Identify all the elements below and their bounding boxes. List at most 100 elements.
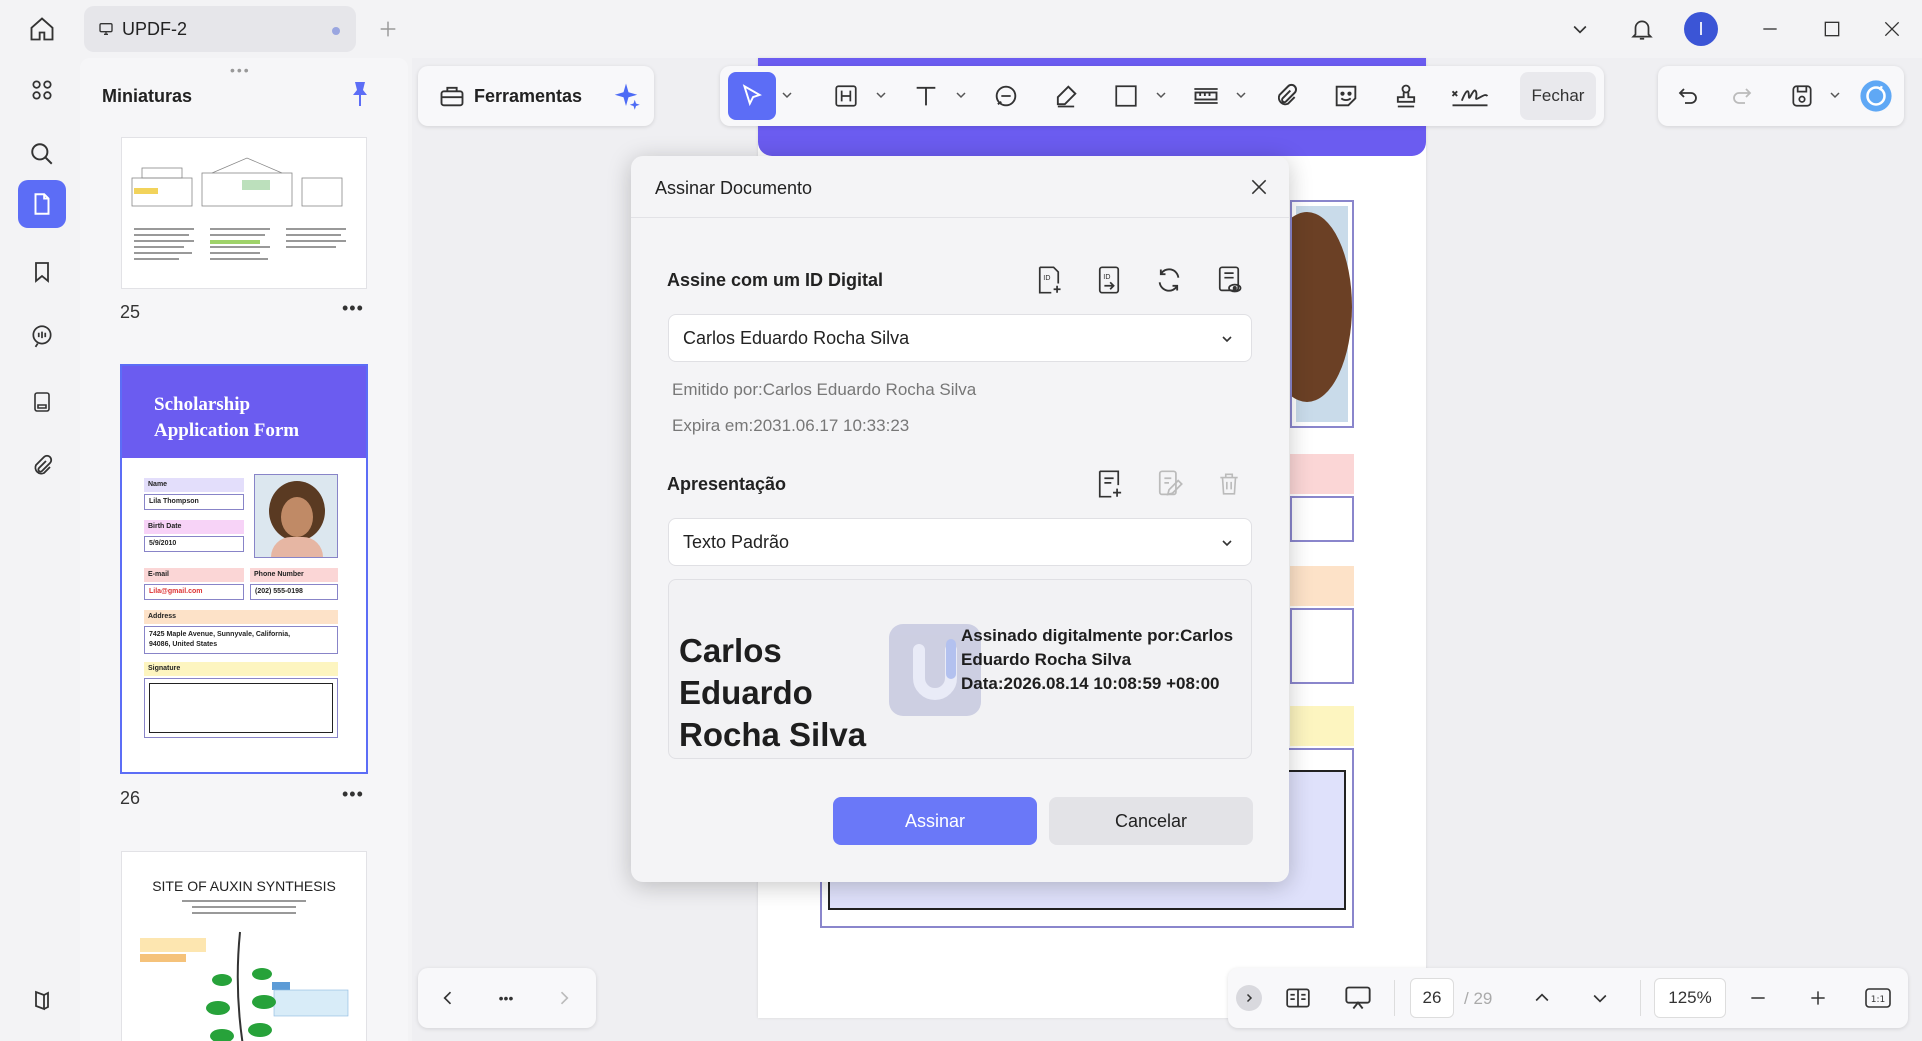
digital-id-section-title: Assine com um ID Digital (667, 270, 884, 290)
divider (1394, 980, 1395, 1016)
minimize-icon[interactable] (1750, 9, 1790, 49)
close-icon[interactable] (1872, 9, 1912, 49)
pin-icon[interactable] (348, 80, 376, 110)
panel-title: Miniaturas (102, 86, 193, 106)
digital-id-select[interactable]: Carlos Eduardo Rocha Silva (668, 314, 1252, 362)
redo-icon[interactable] (1722, 76, 1762, 116)
chevron-up-icon[interactable] (1522, 978, 1562, 1018)
divider (1640, 980, 1641, 1016)
chevron-down-icon[interactable] (782, 90, 792, 100)
measure-icon[interactable] (1186, 76, 1226, 116)
monitor-icon (98, 21, 114, 37)
field-box (1290, 496, 1354, 542)
ai-assistant-icon[interactable] (1856, 76, 1896, 116)
highlight-icon[interactable] (826, 76, 866, 116)
chevron-down-icon[interactable] (1580, 978, 1620, 1018)
new-tab-icon[interactable] (368, 9, 408, 49)
more-icon[interactable]: ••• (486, 978, 526, 1018)
cancel-button[interactable]: Cancelar (1049, 797, 1253, 845)
drag-handle[interactable]: ••• (230, 62, 251, 78)
svg-text:ID: ID (1043, 274, 1050, 282)
text-icon[interactable] (906, 76, 946, 116)
comment-bubble-icon[interactable] (986, 76, 1026, 116)
actual-size-icon[interactable]: 1:1 (1858, 978, 1898, 1018)
zoom-input[interactable]: 125% (1654, 978, 1726, 1018)
tools-toolbar: Ferramentas (418, 66, 654, 126)
sign-button[interactable]: Assinar (833, 797, 1037, 845)
search-icon[interactable] (18, 130, 66, 178)
signature-preview: Carlos Eduardo Rocha Silva Assinado digi… (668, 579, 1252, 759)
delete-icon[interactable] (1209, 464, 1249, 504)
tools-label[interactable]: Ferramentas (474, 86, 582, 107)
grid-icon[interactable] (18, 66, 66, 114)
page-nav-toolbar: ••• (418, 968, 596, 1028)
maximize-icon[interactable] (1812, 9, 1852, 49)
zoom-in-icon[interactable] (1798, 978, 1838, 1018)
chevron-down-icon[interactable] (1156, 90, 1166, 100)
chevron-down-icon[interactable] (1236, 90, 1246, 100)
avatar[interactable]: I (1684, 12, 1718, 46)
bell-icon[interactable] (1622, 9, 1662, 49)
appearance-section-title: Apresentação (667, 474, 787, 494)
page-number-input[interactable]: 26 (1410, 978, 1454, 1018)
chevron-down-icon[interactable] (1830, 90, 1840, 100)
collapse-icon[interactable] (1236, 985, 1262, 1011)
presentation-icon[interactable] (1338, 978, 1378, 1018)
attachment-icon[interactable] (18, 442, 66, 490)
toolbox-icon[interactable] (432, 76, 472, 116)
field-label: Address (144, 610, 338, 624)
home-icon[interactable] (22, 9, 62, 49)
view-certificate-icon[interactable] (1209, 260, 1249, 300)
import-id-icon[interactable]: ID (1089, 260, 1129, 300)
add-appearance-icon[interactable] (1089, 464, 1129, 504)
annotation-toolbar: Fechar (720, 66, 1604, 126)
pencil-icon[interactable] (1046, 76, 1086, 116)
field-label-bg (1290, 706, 1354, 746)
rectangle-icon[interactable] (1106, 76, 1146, 116)
undo-icon[interactable] (1668, 76, 1708, 116)
dialog-header: Assinar Documento (631, 156, 1289, 218)
thumbnails-icon[interactable] (18, 180, 66, 228)
close-tool-button[interactable]: Fechar (1520, 72, 1596, 120)
close-icon[interactable] (1239, 167, 1279, 207)
appearance-select[interactable]: Texto Padrão (668, 518, 1252, 566)
attachment-icon[interactable] (1266, 76, 1306, 116)
chevron-down-icon (1222, 336, 1232, 343)
chevron-right-icon[interactable] (544, 978, 584, 1018)
page-layout-icon[interactable] (1278, 978, 1318, 1018)
title-bar: UPDF-2 I (0, 0, 1922, 58)
thumbnail-page[interactable]: SITE OF AUXIN SYNTHESIS (122, 852, 366, 1041)
bookmark-icon[interactable] (18, 248, 66, 296)
select-arrow-icon[interactable] (728, 72, 776, 120)
page-icon[interactable] (18, 378, 66, 426)
chevron-down-icon[interactable] (956, 90, 966, 100)
tab-title: UPDF-2 (122, 18, 188, 39)
more-options-icon[interactable]: ••• (342, 784, 364, 805)
page-number: 25 (120, 302, 141, 322)
chevron-down-icon[interactable] (1560, 9, 1600, 49)
signature-info: Assinado digitalmente por:Carlos Eduardo… (961, 624, 1246, 696)
signature-box (144, 678, 338, 738)
more-options-icon[interactable]: ••• (342, 298, 364, 319)
chevron-down-icon[interactable] (876, 90, 886, 100)
page-number: 26 (120, 788, 141, 808)
field-value: 5/9/2010 (144, 536, 244, 552)
thumbnail-page-selected[interactable]: Scholarship Application Form Name Lila T… (122, 366, 366, 772)
refresh-icon[interactable] (1149, 260, 1189, 300)
thumbnail-page[interactable] (122, 138, 366, 288)
add-id-icon[interactable]: ID (1029, 260, 1069, 300)
chevron-left-icon[interactable] (428, 978, 468, 1018)
edit-appearance-icon[interactable] (1149, 464, 1189, 504)
field-label-bg (1290, 566, 1354, 606)
sticker-icon[interactable] (1326, 76, 1366, 116)
layers-icon[interactable] (18, 976, 66, 1024)
save-icon[interactable] (1782, 76, 1822, 116)
comment-icon[interactable] (18, 312, 66, 360)
signature-icon[interactable] (1446, 76, 1494, 116)
field-label: Name (144, 478, 244, 492)
ai-sparkle-icon[interactable] (606, 76, 646, 116)
digital-id-selected: Carlos Eduardo Rocha Silva (683, 327, 910, 348)
document-tab[interactable]: UPDF-2 (84, 6, 356, 52)
stamp-icon[interactable] (1386, 76, 1426, 116)
zoom-out-icon[interactable] (1738, 978, 1778, 1018)
